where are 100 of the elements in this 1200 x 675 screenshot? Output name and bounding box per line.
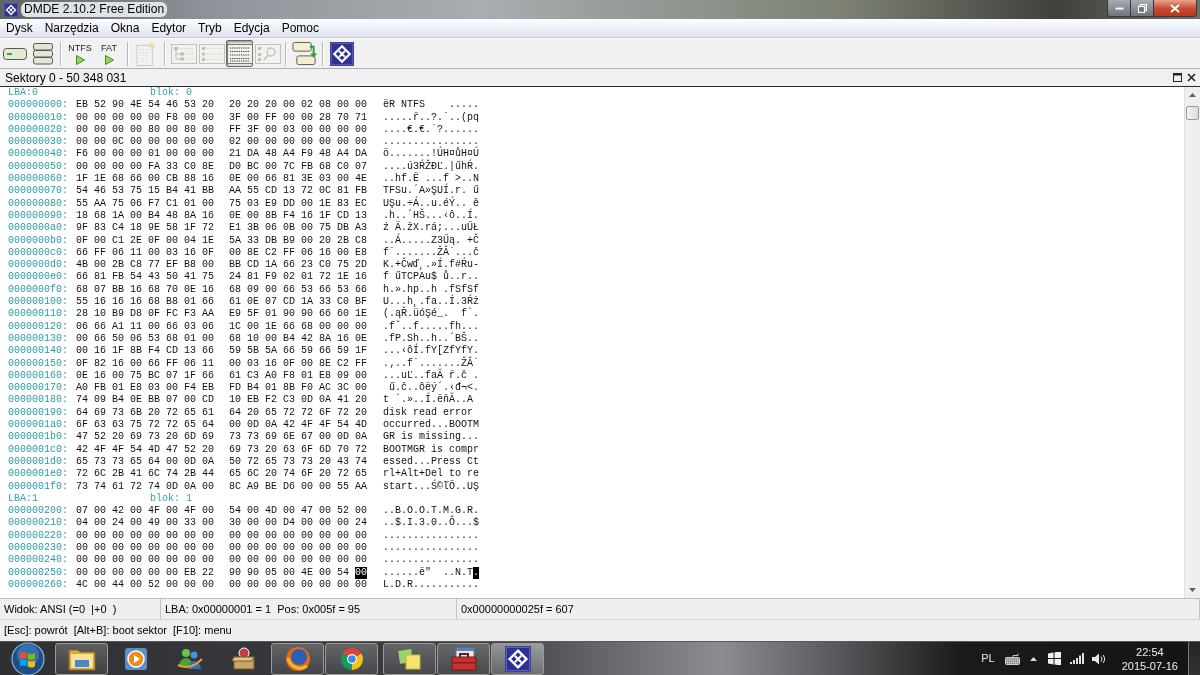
toolbar-button[interactable] [226, 40, 253, 67]
hex-bytes: 00 0D 0A 42 4F 4F 54 4D [229, 419, 368, 432]
hex-bytes: 00 00 00 00 00 00 00 00 [229, 578, 368, 592]
ascii-text: f űTCPAu$ ů..r.. [383, 271, 479, 284]
ascii-text: ëR NTFS ..... [383, 99, 479, 112]
menu-item[interactable]: Pomoc [277, 20, 324, 36]
menu-item[interactable]: Edycja [229, 20, 274, 36]
hex-bytes: BB CD 1A 66 23 C0 75 2D [229, 259, 368, 272]
hex-bytes: 9F 83 C4 18 9E 58 1F 72 [76, 222, 215, 235]
row-offset: 0000001c0: [8, 443, 68, 456]
toolbar-button[interactable]: FAT [95, 40, 123, 67]
hex-bytes: 00 03 16 0F 00 8E C2 FF [229, 357, 368, 370]
diamond-logo-icon [329, 41, 354, 66]
hex-bytes: 74 09 B4 0E BB 07 00 CD [76, 394, 215, 407]
taskbar-button[interactable] [55, 642, 108, 675]
app-logo-icon [4, 2, 18, 17]
flag-icon[interactable] [1047, 652, 1061, 665]
hex-bytes: 47 52 20 69 73 20 6D 69 [76, 431, 215, 444]
lba-label: LBA:0 [8, 87, 38, 100]
toolbar-button[interactable]: NTFS [66, 40, 94, 67]
taskbar-button[interactable] [383, 642, 436, 675]
hex-bytes: 55 16 16 16 68 B8 01 66 [76, 296, 215, 309]
restore-button[interactable] [1131, 0, 1154, 16]
hex-bytes: 18 68 1A 00 B4 48 8A 16 [76, 209, 215, 223]
menu-item[interactable]: Narzędzia [40, 20, 103, 36]
speaker-icon[interactable] [1091, 652, 1106, 665]
hex-bytes: E9 5F 01 90 90 66 60 1E [229, 308, 368, 321]
ascii-text: .....ř..?.˙..(pq [383, 111, 479, 124]
row-offset: 000000120: [8, 320, 68, 333]
taskbar-button[interactable] [325, 642, 378, 675]
hex-bytes: 66 81 FB 54 43 50 41 75 [76, 271, 215, 284]
row-offset: 000000150: [8, 357, 68, 370]
ascii-text: .h..´HŠ...‹ô..Í. [383, 209, 479, 221]
menu-item[interactable]: Okna [106, 20, 144, 36]
clock-date[interactable]: 2015-07-16 [1121, 658, 1178, 673]
ascii-text: essed...Press Ct [383, 455, 479, 468]
taskbar-button[interactable] [437, 642, 490, 675]
ascii-text: ................ [383, 542, 479, 555]
minimize-button[interactable] [1108, 0, 1131, 16]
row-offset: 000000250: [8, 566, 68, 579]
restore-icon [1137, 3, 1147, 13]
hex-bytes: 68 07 BB 16 68 70 0E 16 [76, 283, 215, 297]
close-icon[interactable] [1187, 73, 1196, 82]
clock-time[interactable]: 22:54 [1136, 644, 1164, 659]
signal-bars-icon[interactable] [1069, 653, 1084, 664]
ascii-text: f˙.......ŽÂ˙...č [383, 246, 479, 258]
row-offset: 0000000e0: [8, 271, 68, 284]
row-offset: 000000050: [8, 160, 68, 174]
toolbar-button[interactable] [291, 40, 318, 67]
hex-bytes: FF 3F 00 03 00 00 00 00 [229, 123, 368, 137]
show-desktop-button[interactable] [1188, 642, 1200, 675]
hex-bytes: 00 66 50 06 53 68 01 00 [76, 332, 215, 346]
language-indicator[interactable]: PL [981, 650, 995, 667]
taskbar-button[interactable] [271, 642, 324, 675]
hex-bytes: 73 73 69 6E 67 00 0D 0A [229, 431, 368, 444]
ascii-text: ................ [383, 554, 479, 567]
ascii-text: ....ú3ŔŽĐĽ.|űhŔ. [383, 160, 479, 172]
window-title: DMDE 2.10.2 Free Edition [21, 2, 168, 17]
ascii-text: TFSu.´A»ŞUÍ.r. ű [383, 185, 479, 197]
ascii-text: ..B.O.O.T.M.G.R. [383, 505, 479, 517]
cursor-byte: 00 [355, 566, 368, 579]
status-text: 0x00000000025f = 607 [461, 602, 574, 616]
close-button[interactable] [1154, 0, 1196, 16]
menu-item[interactable]: Edytor [147, 20, 191, 36]
scroll-up-icon[interactable] [1189, 93, 1196, 97]
flag-orb-icon [10, 641, 45, 675]
lba-label: LBA:1 [8, 492, 38, 506]
hex-bytes: 65 6C 20 74 6F 20 72 65 [229, 468, 368, 481]
row-offset: 000000130: [8, 332, 68, 346]
ascii-text: .fˇ..f.....fh... [383, 320, 479, 332]
diamond-logo-icon [504, 645, 531, 672]
show-hidden-icons-icon[interactable] [1029, 656, 1037, 661]
maximize-icon[interactable] [1173, 73, 1182, 82]
hex-bytes: 00 00 00 00 80 00 80 00 [76, 123, 215, 137]
hex-bytes: 0F 00 C1 2E 0F 00 04 1E [76, 234, 215, 247]
row-offset: 0000000c0: [8, 246, 68, 259]
taskbar-button[interactable] [491, 642, 544, 675]
row-offset: 000000040: [8, 148, 68, 161]
keyboard-icon[interactable] [1004, 652, 1020, 665]
scrollbar-thumb[interactable] [1186, 106, 1199, 120]
menu-item[interactable]: Tryb [194, 20, 226, 36]
row-offset: 000000260: [8, 578, 68, 592]
hex-bytes: D0 BC 00 7C FB 68 C0 07 [229, 160, 368, 174]
hex-bytes: 00 00 00 00 00 00 00 00 [229, 529, 368, 542]
color-wheel-icon [338, 645, 365, 672]
toolbar-button[interactable] [328, 40, 355, 67]
scroll-down-icon[interactable] [1189, 588, 1196, 592]
row-offset: 000000210: [8, 517, 68, 530]
ascii-text: rl+Alt+Del to re [383, 468, 479, 480]
row-offset: 000000030: [8, 136, 68, 149]
hex-bytes: 73 74 61 72 74 0D 0A 00 [76, 480, 215, 493]
hex-bytes: 61 0E 07 CD 1A 33 C0 BF [229, 296, 368, 309]
menu-item[interactable]: Dysk [2, 20, 37, 36]
hex-bytes: 90 90 05 00 4E 00 54 [229, 566, 350, 579]
scrollbar[interactable] [1184, 87, 1200, 598]
hex-bytes: 02 00 00 00 00 00 00 00 [229, 136, 368, 149]
hex-bytes: 07 00 42 00 4F 00 4F 00 [76, 505, 215, 518]
hex-bytes: 66 FF 06 11 00 03 16 0F [76, 246, 215, 260]
ascii-text: .fP.Sh..h..´BŠ.. [383, 332, 479, 344]
hex-bytes: 20 20 20 00 02 08 00 00 [229, 99, 368, 112]
